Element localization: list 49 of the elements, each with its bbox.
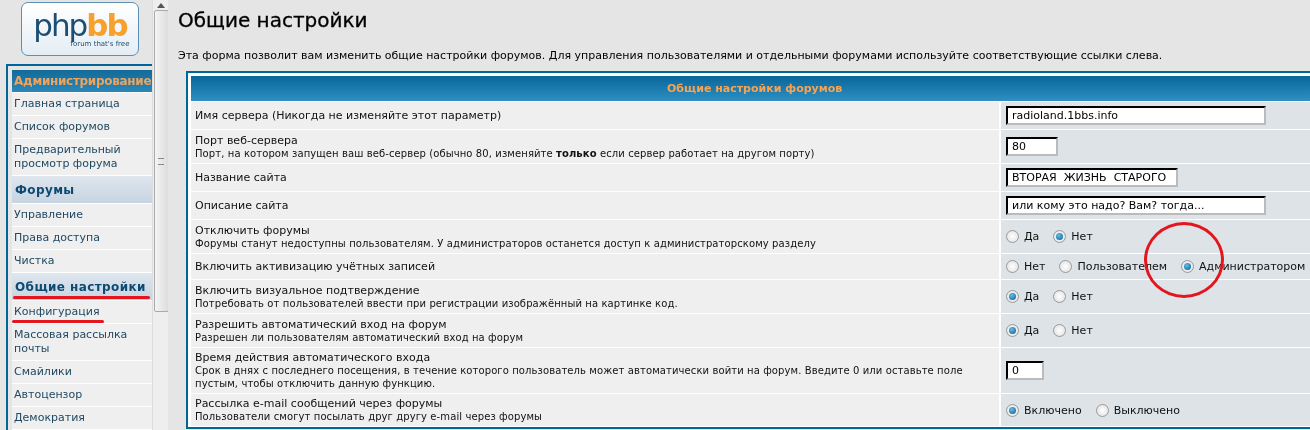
setting-label: Название сайта <box>195 171 288 184</box>
setting-hint: Разрешен ли пользователям автоматический вход на форум <box>195 330 525 344</box>
radio-label[interactable]: Нет <box>1071 290 1093 303</box>
sidebar-section-header: Администрирование <box>12 70 152 93</box>
radio-button[interactable] <box>1181 260 1195 273</box>
radio-button[interactable] <box>1095 403 1109 417</box>
scroll-up-icon[interactable] <box>157 2 165 8</box>
radio-label[interactable]: Да <box>1024 324 1040 337</box>
setting-label: Включить активизацию учётных записей <box>195 260 437 273</box>
sidebar-section-header: Общие настройки <box>12 273 152 301</box>
setting-label: Включить визуальное подтверждение <box>195 283 421 297</box>
radio-button[interactable] <box>1006 260 1019 273</box>
setting-label: Разрешить автоматический вход на форум <box>195 317 448 331</box>
radio-label[interactable]: Включено <box>1024 403 1082 417</box>
input-field[interactable]: radioland.1bbs.info <box>1006 106 1266 125</box>
setting-label: Имя сервера (Никогда не изменяйте этот параметр) <box>195 109 503 122</box>
setting-label: Рассылка e-mail сообщений через форумы <box>195 397 444 410</box>
setting-hint: Форумы станут недоступны пользователям. У администраторов останется доступ к администраторскому разделу <box>195 236 817 250</box>
setting-hint: Пользователи смогут посылать друг другу e-mail через форумы <box>195 410 544 423</box>
radio-label[interactable]: Нет <box>1071 324 1093 337</box>
radio-button[interactable] <box>1006 230 1019 243</box>
setting-label: Описание сайта <box>195 199 290 212</box>
input-field[interactable]: 0 <box>1006 361 1044 380</box>
input-field[interactable]: ВТОРАЯ ЖИЗНЬ СТАРОГО <box>1006 168 1178 187</box>
input-field[interactable]: 80 <box>1006 137 1058 156</box>
radio-label[interactable]: Выключено <box>1113 403 1181 417</box>
radio-button[interactable] <box>1006 290 1019 303</box>
setting-label: Отключить форумы <box>195 223 311 237</box>
page-description: Эта форма позволит вам изменить общие настройки форумов. Для управления пользователями и отдельными форумами используйте соответствующие ссылки слева. <box>178 49 1164 62</box>
radio-label[interactable]: Да <box>1024 230 1040 243</box>
radio-label[interactable]: Нет <box>1071 230 1093 243</box>
sidebar-section-header: Форумы <box>12 176 152 204</box>
setting-hint: Потребовать от пользователей ввести при регистрации изображённый на картинке код. <box>195 296 679 310</box>
page-title: Общие настройки <box>178 8 369 32</box>
radio-button[interactable] <box>1059 260 1073 273</box>
radio-button[interactable] <box>1006 324 1019 337</box>
setting-hint: Порт, на котором запущен ваш веб-сервер (обычно 80, изменяйте только если сервер работает на другом порту) <box>195 146 816 160</box>
setting-hint: Срок в днях с последнего посещения, в течение которого пользователь может автоматически войти на форум. Введите 0 или оставьте поле пустым, чтобы отключить данную функцию. <box>195 364 964 390</box>
radio-button[interactable] <box>1053 230 1067 243</box>
setting-label: Время действия автоматического входа <box>195 351 432 364</box>
radio-button[interactable] <box>1053 290 1067 303</box>
radio-label[interactable]: Да <box>1024 290 1040 303</box>
radio-button[interactable] <box>1006 403 1019 417</box>
table-header: Общие настройки форумов <box>191 76 1310 102</box>
setting-label: Порт веб-сервера <box>195 133 299 147</box>
sidebar-link[interactable]: Чистка <box>14 254 55 268</box>
radio-button[interactable] <box>1053 324 1067 337</box>
radio-label[interactable]: Нет <box>1024 260 1046 273</box>
input-field[interactable]: или кому это надо? Вам? тогда... <box>1006 196 1266 215</box>
